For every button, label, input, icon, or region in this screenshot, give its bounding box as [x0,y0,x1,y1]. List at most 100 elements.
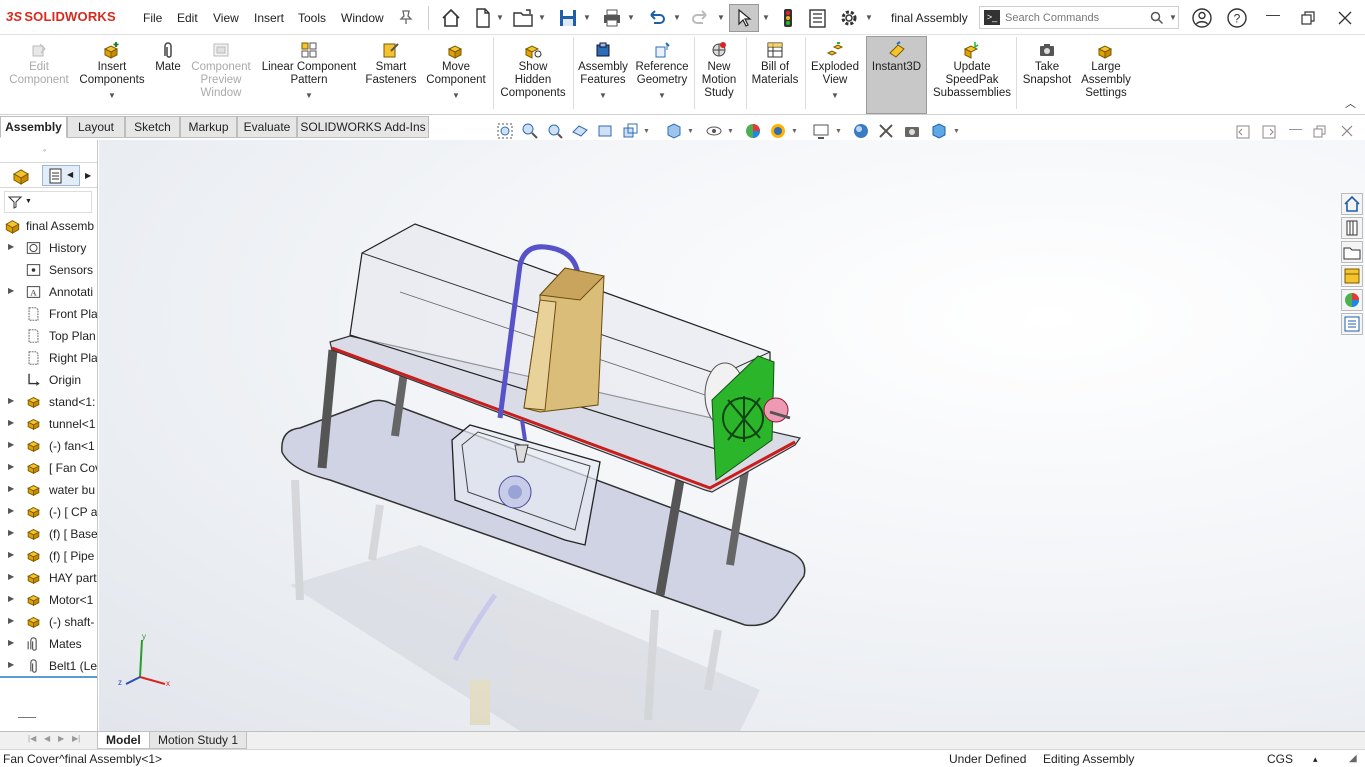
property-manager-tab[interactable]: ◀ [42,165,80,186]
dynamic-annotation-icon[interactable] [596,122,614,140]
undo-icon[interactable] [645,7,667,29]
select-caret-icon[interactable]: ▼ [762,13,770,22]
viewport-tile-right-icon[interactable] [1262,125,1276,139]
tab-solidworks-add-ins[interactable]: SOLIDWORKS Add-Ins [297,116,429,138]
tree-item[interactable]: ▶ Mates [0,633,97,655]
last-tab-icon[interactable]: ▶| [72,734,80,743]
menu-file[interactable]: File [143,11,162,25]
solidworks-logo[interactable]: 3S SOLIDWORKS [6,9,116,24]
menu-view[interactable]: View [213,11,239,25]
magnifier-icon[interactable] [1150,11,1164,25]
search-caret-icon[interactable]: ▼ [1169,13,1177,22]
select-button[interactable] [729,4,759,32]
tree-item[interactable]: ▶ History [0,237,97,259]
apply-scene-icon[interactable] [769,122,787,140]
view-settings-icon[interactable] [812,122,830,140]
viewport-close-icon[interactable] [1341,125,1353,137]
bill-of-materials-button[interactable]: Bill of Materials [748,37,802,87]
expand-arrow-icon[interactable]: ▶ [8,418,14,427]
restore-icon[interactable] [1300,10,1316,26]
view-cube-caret-icon[interactable]: ▼ [953,128,960,135]
tree-item[interactable]: ▶ A Annotati [0,281,97,303]
close-icon[interactable] [1337,10,1353,26]
linear-component-pattern-button[interactable]: Linear Component Pattern ▼ [258,37,360,102]
menu-insert[interactable]: Insert [254,11,284,25]
expand-arrow-icon[interactable]: ▶ [8,638,14,647]
zoom-to-fit-icon[interactable] [496,122,514,140]
expand-arrow-icon[interactable]: ▶ [8,572,14,581]
display-style-caret-icon[interactable]: ▼ [687,128,694,135]
tree-item[interactable]: ▶ (f) [ Pipe [0,545,97,567]
panel-bottom-handle[interactable] [18,717,36,718]
new-document-icon[interactable] [472,7,494,29]
search-commands-box[interactable]: >_ Search Commands ▼ [979,6,1179,29]
expand-arrow-icon[interactable]: ▶ [8,506,14,515]
file-properties-icon[interactable] [807,7,829,29]
filter-caret-icon[interactable]: ▼ [25,198,32,205]
save-caret-icon[interactable]: ▼ [583,13,591,22]
apply-scene-caret-icon[interactable]: ▼ [791,128,798,135]
tree-item[interactable]: ▶ stand<1: [0,391,97,413]
viewport-tile-left-icon[interactable] [1236,125,1250,139]
hide-show-caret-icon[interactable]: ▼ [727,128,734,135]
tree-item[interactable]: ▶ (-) [ CP a [0,501,97,523]
open-caret-icon[interactable]: ▼ [538,13,546,22]
menu-window[interactable]: Window [341,11,384,25]
hide-show-items-icon[interactable] [705,122,723,140]
expand-arrow-icon[interactable]: ▶ [8,396,14,405]
new-motion-study-button[interactable]: New Motion Study [696,37,742,100]
tree-item[interactable]: Top Plan [0,325,97,347]
zoom-to-area-icon[interactable] [521,122,539,140]
instant3d-button[interactable]: Instant3D [866,36,927,114]
view-cube-icon[interactable] [930,122,948,140]
tab-scroll-left-icon[interactable]: ◀ [67,170,73,179]
realview-graphics-icon[interactable] [852,122,870,140]
tree-item[interactable]: ▶ Motor<1 [0,589,97,611]
edit-appearance-icon[interactable] [744,122,762,140]
tree-item[interactable]: final Assemb [0,215,97,237]
tree-item[interactable]: Origin [0,369,97,391]
tree-item[interactable]: ▶ [ Fan Cov [0,457,97,479]
linear-pattern-caret-icon[interactable]: ▼ [258,89,360,102]
update-speedpak-button[interactable]: Update SpeedPak Subassemblies [931,37,1013,100]
panel-splitter-handle-icon[interactable]: ◦ [43,145,46,155]
tab-model[interactable]: Model [97,732,150,749]
solidworks-resources-tab[interactable] [1341,193,1363,215]
expand-arrow-icon[interactable]: ▶ [8,528,14,537]
tree-item[interactable]: ▶ tunnel<1 [0,413,97,435]
take-snapshot-button[interactable]: Take Snapshot [1019,37,1075,87]
expand-arrow-icon[interactable]: ▶ [8,286,14,295]
assembly-features-button[interactable]: Assembly Features ▼ [576,37,630,102]
undo-caret-icon[interactable]: ▼ [673,13,681,22]
expand-arrow-icon[interactable]: ▶ [8,616,14,625]
tree-item[interactable]: ▶ (-) fan<1 [0,435,97,457]
expand-arrow-icon[interactable]: ▶ [8,594,14,603]
expand-arrow-icon[interactable]: ▶ [8,462,14,471]
status-units[interactable]: CGS [1267,752,1293,766]
design-library-tab[interactable] [1341,217,1363,239]
viewport-minimize-icon[interactable]: — [1289,121,1302,136]
view-orientation-caret-icon[interactable]: ▼ [643,128,650,135]
tab-sketch[interactable]: Sketch [125,116,180,138]
mate-button[interactable]: Mate [152,37,184,74]
units-caret-icon[interactable]: ▴ [1313,754,1318,765]
tree-item[interactable]: ▶ water bu [0,479,97,501]
assembly-model-render[interactable]: y x z [99,140,1365,731]
home-icon[interactable] [440,7,462,29]
rollback-bar[interactable] [0,676,97,678]
menu-edit[interactable]: Edit [177,11,198,25]
tab-assembly[interactable]: Assembly [0,116,67,138]
rebuild-traffic-light-icon[interactable] [778,7,798,29]
tab-evaluate[interactable]: Evaluate [237,116,297,138]
move-component-button[interactable]: Move Component ▼ [422,37,490,102]
menu-tools[interactable]: Tools [298,11,326,25]
status-bar-options-icon[interactable]: ◢ [1349,753,1357,764]
tab-motion-study-1[interactable]: Motion Study 1 [149,732,248,749]
view-palette-tab[interactable] [1341,265,1363,287]
expand-arrow-icon[interactable]: ▶ [8,242,14,251]
pin-icon[interactable] [398,9,414,25]
tab-layout[interactable]: Layout [67,116,125,138]
viewport-restore-icon[interactable] [1313,125,1327,139]
graphics-viewport[interactable]: y x z [99,140,1365,731]
previous-view-icon[interactable] [546,122,564,140]
